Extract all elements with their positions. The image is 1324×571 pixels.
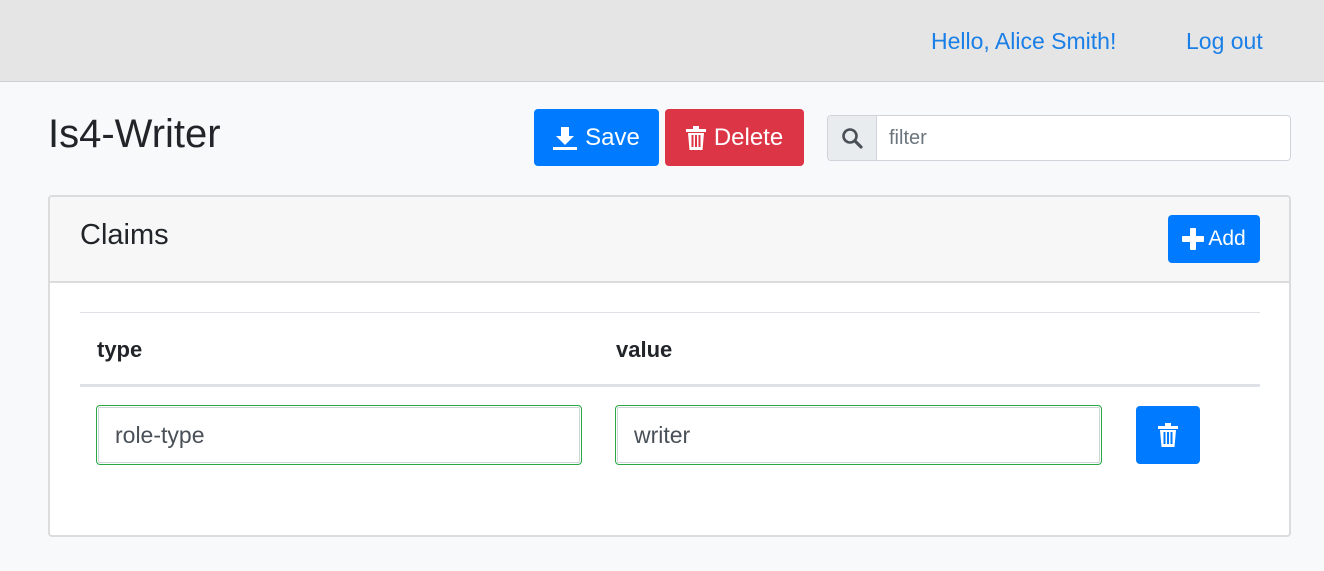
filter-group (827, 115, 1291, 161)
column-header-type: type (97, 337, 143, 362)
delete-label: Delete (713, 123, 784, 151)
delete-claim-button[interactable] (1136, 406, 1200, 464)
filter-input[interactable] (877, 116, 1290, 160)
claims-title: Claims (80, 219, 169, 251)
search-icon (828, 116, 877, 160)
column-header-value: value (616, 337, 673, 362)
claim-value-input[interactable] (615, 405, 1102, 465)
logout-link[interactable]: Log out (1186, 27, 1263, 55)
table-top-divider (80, 312, 1260, 313)
trash-icon (1158, 423, 1178, 447)
claim-type-input[interactable] (96, 405, 582, 465)
trash-icon (685, 125, 706, 150)
delete-button[interactable]: Delete (665, 109, 804, 166)
table-header-divider (80, 384, 1260, 387)
top-navbar: Hello, Alice Smith! Log out (0, 0, 1324, 82)
save-label: Save (585, 123, 640, 151)
page-title: Is4-Writer (48, 112, 221, 156)
plus-icon (1182, 228, 1205, 250)
add-label: Add (1208, 227, 1246, 250)
add-claim-button[interactable]: Add (1168, 215, 1260, 263)
claims-card-header: Claims Add (50, 197, 1289, 283)
claims-card: Claims Add type value (48, 195, 1291, 537)
save-button[interactable]: Save (534, 109, 659, 166)
download-icon (553, 126, 578, 150)
greeting-link[interactable]: Hello, Alice Smith! (931, 27, 1116, 55)
